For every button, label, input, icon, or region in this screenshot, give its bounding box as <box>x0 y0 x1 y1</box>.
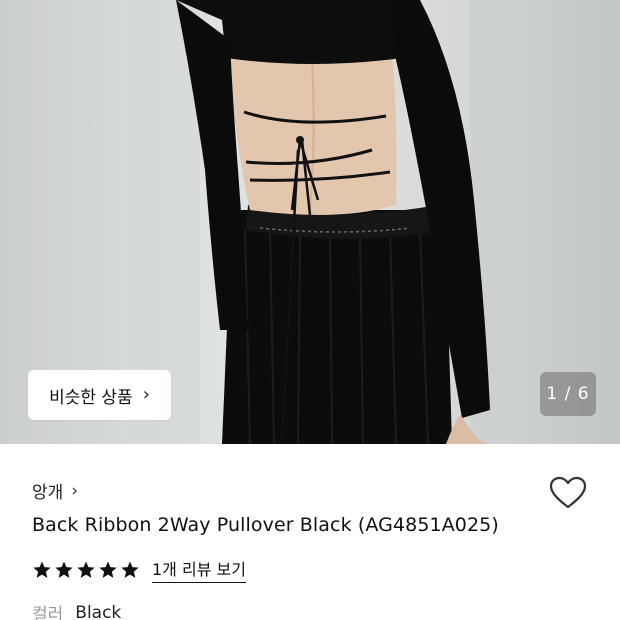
review-link[interactable]: 1개 리뷰 보기 <box>152 556 246 583</box>
star-icon <box>77 561 95 578</box>
similar-products-button[interactable]: 비슷한 상품 › <box>28 370 171 420</box>
brand-link[interactable]: 앙개 › <box>32 478 79 504</box>
brand-name: 앙개 <box>32 483 64 503</box>
wishlist-button[interactable] <box>548 474 588 514</box>
page-indicator-text: 1 / 6 <box>546 384 590 404</box>
color-option-row: 컬러 Black <box>32 600 121 620</box>
color-label: 컬러 <box>32 605 64 620</box>
star-icon <box>33 561 51 578</box>
star-icon <box>121 561 139 578</box>
chevron-right-icon: › <box>71 480 79 501</box>
color-value: Black <box>75 602 122 620</box>
star-icon <box>99 561 117 578</box>
product-title: Back Ribbon 2Way Pullover Black (AG4851A… <box>32 514 499 536</box>
similar-products-label: 비슷한 상품 <box>49 387 133 408</box>
rating-row: 1개 리뷰 보기 <box>32 556 246 583</box>
chevron-right-icon: › <box>142 384 150 405</box>
image-page-indicator: 1 / 6 <box>540 372 596 416</box>
product-image-gallery[interactable]: 비슷한 상품 › 1 / 6 <box>0 0 620 444</box>
rating-stars <box>32 560 140 580</box>
star-icon <box>55 561 73 578</box>
heart-outline-icon <box>549 476 587 509</box>
